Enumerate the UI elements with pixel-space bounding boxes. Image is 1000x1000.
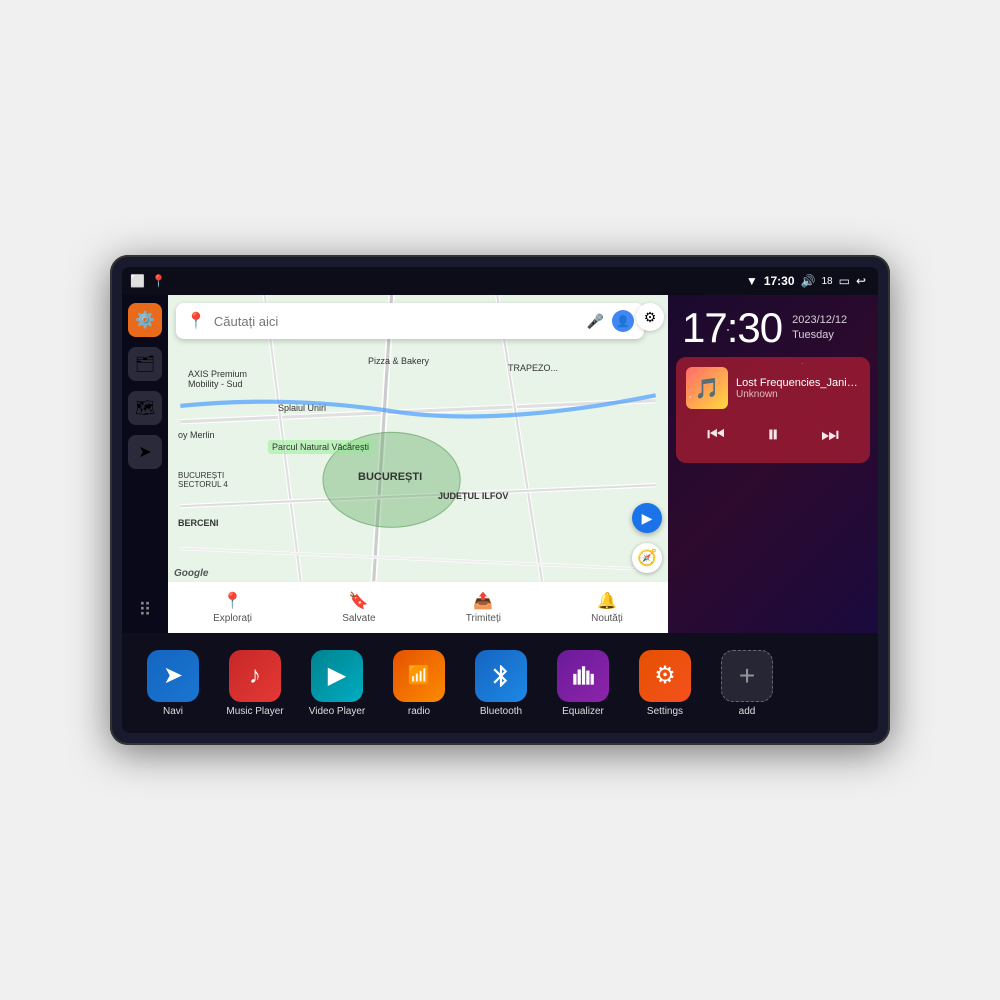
add-icon: + [721,650,773,702]
music-album-art[interactable]: 🎵 [686,367,728,409]
map-nav-explore[interactable]: 📍 Explorați [205,587,260,628]
music-player-icon: ♪ [229,650,281,702]
app-settings[interactable]: ⚙ Settings [626,650,704,717]
map-location-btn[interactable]: ▶ [632,503,662,533]
music-player-label: Music Player [226,706,283,717]
battery-icon: ▭ [839,274,850,288]
volume-icon[interactable]: 🔊 [801,274,816,288]
music-artist: Unknown [736,389,860,400]
music-controls: ⏮ ⏸ ⏭ [686,417,860,453]
settings-label: Settings [647,706,683,717]
status-time: 17:30 [764,274,795,288]
map-label-ilfov: JUDEȚUL ILFOV [438,491,508,501]
sidebar-settings-btn[interactable]: ⚙️ [128,303,162,337]
google-logo: Google [174,568,208,579]
signal-level: 18 [821,276,832,287]
map-nav-share[interactable]: 📤 Trimiteți [458,587,509,628]
map-label-parcul: Parcul Natural Văcărești [268,440,373,454]
saved-icon: 🔖 [349,591,369,611]
app-radio[interactable]: 📶 radio [380,650,458,717]
map-label-merlin: oy Merlin [178,430,215,440]
app-bluetooth[interactable]: Bluetooth [462,650,540,717]
map-settings-btn[interactable]: ⚙ [636,303,664,331]
map-label-berceni: BERCENI [178,518,219,528]
map-nav-saved[interactable]: 🔖 Salvate [334,587,383,628]
map-container: 📍 🎤 👤 ⚙ AXIS PremiumMobility - Sud Pizza… [168,295,668,633]
settings-icon: ⚙ [639,650,691,702]
explore-label: Explorați [213,613,252,624]
news-label: Noutăți [591,613,623,624]
music-details: Lost Frequencies_Janie... Unknown [736,377,860,400]
clock-section: 17:30 2023/12/12 Tuesday [668,295,878,357]
news-icon: 🔔 [597,591,617,611]
app-add[interactable]: + add [708,650,786,717]
music-info: 🎵 Lost Frequencies_Janie... Unknown [686,367,860,409]
microphone-icon[interactable]: 🎤 [587,313,604,330]
app-navi[interactable]: ➤ Navi [134,650,212,717]
device: ⬜ 📍 ▼ 17:30 🔊 18 ▭ ↩ ⚙️ 🗂 🗺 ➤ ⠿ [110,255,890,745]
device-screen: ⬜ 📍 ▼ 17:30 🔊 18 ▭ ↩ ⚙️ 🗂 🗺 ➤ ⠿ [122,267,878,733]
map-search-bar[interactable]: 📍 🎤 👤 [176,303,644,339]
sidebar-apps-btn[interactable]: ⠿ [134,596,155,625]
sidebar-files-btn[interactable]: 🗂 [128,347,162,381]
bluetooth-label: Bluetooth [480,706,522,717]
main-content: ⚙️ 🗂 🗺 ➤ ⠿ [122,295,878,633]
map-label-bucuresti: BUCUREȘTI [358,471,422,483]
clock-day-text: Tuesday [792,328,847,343]
radio-label: radio [408,706,430,717]
bluetooth-icon [475,650,527,702]
back-icon[interactable]: ↩ [856,274,866,288]
share-icon: 📤 [473,591,493,611]
next-button[interactable]: ⏭ [817,420,843,451]
clock-time: 17:30 [682,307,782,349]
status-bar: ⬜ 📍 ▼ 17:30 🔊 18 ▭ ↩ [122,267,878,295]
add-label: add [739,706,756,717]
navi-icon: ➤ [147,650,199,702]
location-status-icon[interactable]: 📍 [151,274,166,288]
app-equalizer[interactable]: Equalizer [544,650,622,717]
video-player-icon: ▶ [311,650,363,702]
radio-icon: 📶 [393,650,445,702]
explore-icon: 📍 [223,591,243,611]
wifi-icon: ▼ [746,274,758,288]
status-bar-left: ⬜ 📍 [130,274,166,288]
map-bottom-nav: 📍 Explorați 🔖 Salvate 📤 Trimiteți � [168,581,668,633]
user-avatar[interactable]: 👤 [612,310,634,332]
prev-button[interactable]: ⏮ [703,420,729,451]
map-label-splai: Splaiul Uniri [278,403,326,413]
equalizer-label: Equalizer [562,706,604,717]
video-player-label: Video Player [309,706,366,717]
navi-label: Navi [163,706,183,717]
album-art-emoji: 🎵 [695,376,720,401]
status-bar-right: ▼ 17:30 🔊 18 ▭ ↩ [746,274,866,288]
clock-date-text: 2023/12/12 [792,313,847,328]
pause-button[interactable]: ⏸ [763,417,783,453]
map-area[interactable]: 📍 🎤 👤 ⚙ AXIS PremiumMobility - Sud Pizza… [168,295,668,633]
map-label-sector4: BUCUREȘTISECTORUL 4 [178,471,228,489]
map-label-axis: AXIS PremiumMobility - Sud [188,369,247,389]
home-icon[interactable]: ⬜ [130,274,145,288]
google-maps-icon: 📍 [186,311,206,331]
app-music-player[interactable]: ♪ Music Player [216,650,294,717]
saved-label: Salvate [342,613,375,624]
app-video-player[interactable]: ▶ Video Player [298,650,376,717]
map-compass[interactable]: 🧭 [632,543,662,573]
sidebar-navi-btn[interactable]: ➤ [128,435,162,469]
sidebar: ⚙️ 🗂 🗺 ➤ ⠿ [122,295,168,633]
map-search-input[interactable] [214,314,579,329]
equalizer-icon [557,650,609,702]
share-label: Trimiteți [466,613,501,624]
map-nav-news[interactable]: 🔔 Noutăți [583,587,631,628]
map-label-pizza: Pizza & Bakery [368,356,429,366]
right-panel: 17:30 2023/12/12 Tuesday 🎵 Lost Frequenc… [668,295,878,633]
clock-date: 2023/12/12 Tuesday [792,307,847,344]
app-drawer: ➤ Navi ♪ Music Player ▶ Video Player 📶 [122,633,878,733]
map-label-trapezo: TRAPEZO... [508,363,558,373]
music-title: Lost Frequencies_Janie... [736,377,860,389]
music-player: 🎵 Lost Frequencies_Janie... Unknown ⏮ ⏸ … [676,357,870,463]
sidebar-map-btn[interactable]: 🗺 [128,391,162,425]
